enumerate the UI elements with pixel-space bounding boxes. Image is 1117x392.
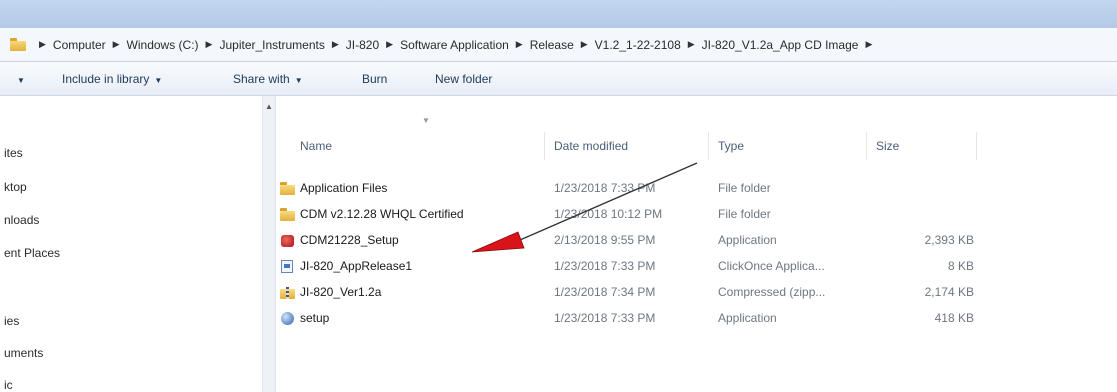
command-bar: ▼ Include in library ▼ Share with ▼ Burn N… [0,62,1117,96]
file-row-setup[interactable]: setup 1/23/2018 7:33 PM Application 418 … [276,308,976,330]
file-row-ji-820-apprelease1[interactable]: JI-820_AppRelease1 1/23/2018 7:33 PM Cli… [276,256,976,278]
setup-globe-icon [280,311,296,326]
nav-item-libraries[interactable]: ies [4,314,19,328]
file-name: CDM v2.12.28 WHQL Certified [300,207,464,221]
share-with-label: Share with [233,72,290,86]
folder-icon [10,38,26,51]
column-divider[interactable] [708,132,709,160]
sort-indicator-icon: ▼ [422,116,430,125]
chevron-right-icon[interactable]: ▶ [386,39,393,50]
nav-item-music[interactable]: ic [4,378,13,392]
column-divider[interactable] [866,132,867,160]
share-with-button[interactable]: Share with ▼ [233,62,303,96]
nav-item-documents[interactable]: uments [4,346,43,360]
file-name: setup [300,311,330,325]
file-row-application-files[interactable]: Application Files 1/23/2018 7:33 PM File… [276,178,976,200]
column-header-name[interactable]: Name [300,139,332,153]
file-size: 2,174 KB [924,285,974,299]
nav-item-desktop[interactable]: ktop [4,180,27,194]
chevron-right-icon[interactable]: ▶ [865,39,872,50]
breadcrumb-computer[interactable]: Computer [53,38,106,52]
breadcrumb-version-folder[interactable]: V1.2_1-22-2108 [595,38,681,52]
file-type: File folder [718,181,771,195]
column-header-size[interactable]: Size [876,139,899,153]
chevron-right-icon[interactable]: ▶ [332,39,339,50]
chevron-right-icon[interactable]: ▶ [206,39,213,50]
folder-icon [280,181,296,196]
chevron-down-icon: ▼ [154,76,163,85]
file-date-modified: 1/23/2018 7:33 PM [554,311,656,325]
setup-app-icon [280,233,296,248]
column-divider[interactable] [544,132,545,160]
nav-item-downloads[interactable]: nloads [4,213,39,227]
breadcrumb-software-application[interactable]: Software Application [400,38,509,52]
chevron-down-icon: ▼ [294,76,303,85]
navigation-pane: ites ktop nloads ent Places ies uments i… [0,96,262,392]
file-size: 8 KB [947,259,974,273]
column-divider[interactable] [976,132,977,160]
nav-item-recent-places[interactable]: ent Places [4,246,60,260]
chevron-right-icon[interactable]: ▶ [516,39,523,50]
file-date-modified: 2/13/2018 9:55 PM [554,233,656,247]
scroll-up-icon[interactable]: ▲ [265,102,273,111]
include-in-library-label: Include in library [62,72,150,86]
breadcrumb-windows-c[interactable]: Windows (C:) [127,38,199,52]
file-list: ▼ Name Date modified Type Size Applicati… [276,96,1117,392]
nav-item-favorites[interactable]: ites [4,146,23,160]
breadcrumb-app-cd-image[interactable]: JI-820_V1.2a_App CD Image [702,38,859,52]
chevron-down-icon: ▼ [17,76,25,85]
address-bar[interactable]: ▶ Computer ▶ Windows (C:) ▶ Jupiter_Inst… [0,28,1117,62]
file-date-modified: 1/23/2018 7:33 PM [554,259,656,273]
file-size: 418 KB [934,311,974,325]
file-name: JI-820_Ver1.2a [300,285,382,299]
file-row-cdm21228-setup[interactable]: CDM21228_Setup 2/13/2018 9:55 PM Applica… [276,230,976,252]
file-name: Application Files [300,181,388,195]
chevron-right-icon[interactable]: ▶ [688,39,695,50]
clickonce-manifest-icon [280,259,296,274]
chevron-right-icon[interactable]: ▶ [39,39,46,50]
file-name: CDM21228_Setup [300,233,399,247]
file-date-modified: 1/23/2018 7:34 PM [554,285,656,299]
file-row-ji-820-ver1-2a[interactable]: JI-820_Ver1.2a 1/23/2018 7:34 PM Compres… [276,282,976,304]
burn-button[interactable]: Burn [362,62,387,96]
file-type: Application [718,233,777,247]
zip-folder-icon [280,285,296,300]
file-type: ClickOnce Applica... [718,259,825,273]
file-type: Compressed (zipp... [718,285,826,299]
include-in-library-button[interactable]: Include in library ▼ [62,62,162,96]
file-date-modified: 1/23/2018 10:12 PM [554,207,663,221]
breadcrumb-ji-820[interactable]: JI-820 [346,38,379,52]
column-header-date-modified[interactable]: Date modified [554,139,628,153]
file-type: File folder [718,207,771,221]
chevron-right-icon[interactable]: ▶ [581,39,588,50]
chevron-right-icon[interactable]: ▶ [113,39,120,50]
breadcrumb-release[interactable]: Release [530,38,574,52]
file-type: Application [718,311,777,325]
organize-dropdown-arrow[interactable]: ▼ [12,62,25,96]
file-name: JI-820_AppRelease1 [300,259,413,273]
breadcrumb-jupiter-instruments[interactable]: Jupiter_Instruments [219,38,324,52]
file-date-modified: 1/23/2018 7:33 PM [554,181,656,195]
nav-pane-scrollbar[interactable]: ▲ [262,96,276,392]
file-size: 2,393 KB [924,233,974,247]
file-row-cdm-whql-certified[interactable]: CDM v2.12.28 WHQL Certified 1/23/2018 10… [276,204,976,226]
column-header-type[interactable]: Type [718,139,744,153]
new-folder-button[interactable]: New folder [435,62,492,96]
window-title-strip [0,0,1117,28]
folder-icon [280,207,296,222]
